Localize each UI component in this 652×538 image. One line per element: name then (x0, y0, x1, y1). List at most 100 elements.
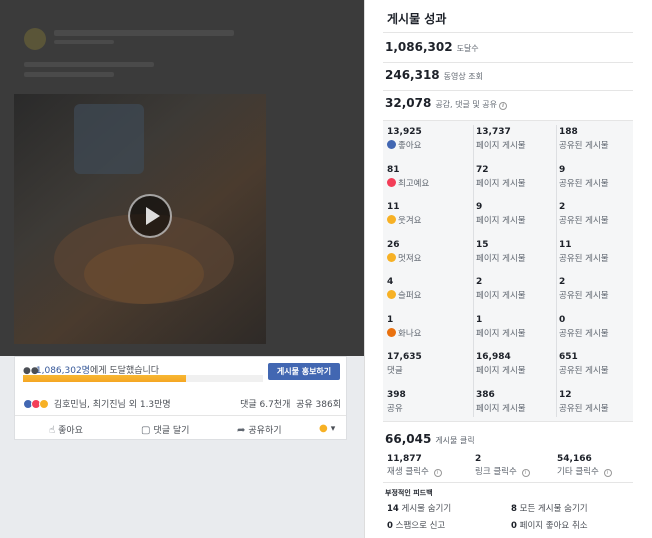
shared-post-value: 12 (559, 389, 572, 400)
click-value: 54,166 (557, 454, 592, 464)
clicks-metric: 66,045 게시물 클릭 (385, 432, 475, 446)
sad-icon (387, 290, 396, 299)
shared-post-cell: 651 공유된 게시물 (559, 352, 642, 376)
video-thumbnail[interactable] (14, 94, 266, 344)
shared-post-label: 공유된 게시물 (559, 403, 609, 414)
wow-icon (387, 252, 396, 262)
video-views-metric: 246,318 동영상 조회 (385, 68, 483, 82)
page-post-label: 페이지 게시물 (476, 328, 526, 339)
like-icon (387, 140, 396, 149)
page-post-cell: 386 페이지 게시물 (476, 390, 559, 414)
shared-post-cell: 2 공유된 게시물 (559, 277, 642, 301)
video-views-value: 246,318 (385, 68, 440, 82)
click-breakdown-item: 2 링크 클릭수 i (475, 454, 565, 477)
page-post-label: 페이지 게시물 (476, 403, 526, 414)
comment-label: 댓글 달기 (153, 426, 190, 436)
comment-button[interactable]: ▢ 댓글 달기 (141, 423, 189, 436)
engagement-breakdown: 13,925 좋아요 13,737 페이지 게시물 188 공유된 게시물 81 최고예요 72… (383, 120, 633, 422)
thumbs-up-icon: ☝ (49, 425, 56, 436)
dim-overlay (0, 0, 364, 356)
shared-post-label: 공유된 게시물 (559, 366, 609, 376)
like-button[interactable]: ☝ 좋아요 (49, 423, 83, 436)
click-label: 재생 클릭수 i (387, 465, 477, 477)
engagement-row-total: 81 최고예요 (387, 165, 470, 189)
total-value: 11 (387, 202, 400, 212)
shared-post-label: 공유된 게시물 (559, 291, 609, 301)
info-icon[interactable]: i (499, 102, 508, 110)
shared-post-value: 11 (559, 239, 572, 250)
page-post-cell: 1 페이지 게시물 (476, 315, 559, 339)
total-label: 좋아요 (387, 139, 470, 151)
info-icon[interactable]: i (603, 469, 612, 477)
total-label: 슬퍼요 (387, 289, 470, 301)
reactors-text[interactable]: 김호민님, 최기진님 외 1.3만명 (54, 400, 171, 410)
like-label: 좋아요 (58, 426, 83, 436)
shares-count[interactable]: 공유 386회 (296, 400, 341, 410)
shared-post-value: 9 (559, 164, 566, 175)
negative-feedback-item: 0 페이지 좋아요 취소 (511, 519, 588, 531)
total-label: 웃겨요 (387, 214, 470, 226)
page-post-value: 13,737 (476, 127, 511, 137)
page-post-label: 페이지 게시물 (476, 366, 526, 376)
page-post-label: 페이지 게시물 (476, 178, 526, 189)
reactions-summary: 김호민님, 최기진님 외 1.3만명 댓글 6.7천개 공유 386회 (23, 397, 341, 410)
chevron-down-icon: ▾ (330, 424, 336, 434)
total-value: 13,925 (387, 127, 422, 137)
reach-value: 1,086,302 (385, 40, 453, 54)
engagement-row-total: 11 웃겨요 (387, 202, 470, 226)
page-post-cell: 72 페이지 게시물 (476, 165, 559, 189)
post-header (24, 22, 334, 82)
page-post-label: 페이지 게시물 (476, 291, 526, 301)
shared-post-value: 2 (559, 202, 566, 212)
click-value: 11,877 (387, 454, 422, 464)
negative-feedback-item: 0 스팸으로 신고 (387, 519, 445, 531)
boost-post-button[interactable]: 게시물 홍보하기 (268, 363, 340, 380)
total-label: 댓글 (387, 366, 403, 376)
page-post-value: 16,984 (476, 352, 511, 362)
page-post-value: 72 (476, 164, 489, 175)
total-label: 멋져요 (387, 252, 470, 264)
shared-post-label: 공유된 게시물 (559, 253, 609, 264)
angry-icon (387, 327, 396, 337)
total-label: 화나요 (387, 327, 470, 339)
shared-post-cell: 188 공유된 게시물 (559, 127, 642, 151)
comments-count[interactable]: 댓글 6.7천개 (240, 400, 290, 410)
click-breakdown-item: 11,877 재생 클릭수 i (387, 454, 477, 477)
negative-label: 모든 게시물 숨기기 (516, 504, 588, 514)
audience-selector[interactable]: ● ▾ (319, 423, 335, 434)
comment-icon: ▢ (141, 425, 151, 436)
info-icon[interactable]: i (433, 469, 442, 477)
click-label: 링크 클릭수 i (475, 465, 565, 477)
page-post-label: 페이지 게시물 (476, 253, 526, 264)
page-post-cell: 15 페이지 게시물 (476, 240, 559, 264)
avatar (24, 28, 46, 50)
engagement-row-total: 398 공유 (387, 390, 470, 414)
share-button[interactable]: ➦ 공유하기 (237, 423, 282, 436)
shared-post-label: 공유된 게시물 (559, 141, 609, 151)
info-icon[interactable]: i (521, 469, 530, 477)
engagement-row-total: 1 화나요 (387, 315, 470, 339)
shared-post-cell: 0 공유된 게시물 (559, 315, 642, 339)
reach-label: 도달수 (456, 44, 479, 53)
reaction-icons[interactable] (23, 399, 49, 410)
action-bar: ☝ 좋아요 ▢ 댓글 달기 ➦ 공유하기 ● ▾ (15, 415, 346, 439)
engagement-row-total: 13,925 좋아요 (387, 127, 470, 151)
page-post-cell: 9 페이지 게시물 (476, 202, 559, 226)
total-value: 398 (387, 389, 406, 400)
page-post-value: 2 (476, 277, 483, 287)
page-post-cell: 13,737 페이지 게시물 (476, 127, 559, 151)
page-post-cell: 16,984 페이지 게시물 (476, 352, 559, 376)
clicks-label: 게시물 클릭 (435, 436, 475, 445)
negative-feedback-title: 부정적인 피드백 (385, 489, 433, 497)
negative-label: 게시물 숨기기 (398, 504, 452, 514)
negative-label: 페이지 좋아요 취소 (516, 521, 588, 531)
post-preview-panel: ●● 1,086,302명에게 도달했습니다 게시물 홍보하기 김호민님, 최기… (0, 0, 364, 538)
engagement-row-total: 17,635 댓글 (387, 352, 470, 376)
shared-post-cell: 9 공유된 게시물 (559, 165, 642, 189)
page-post-value: 386 (476, 389, 495, 400)
total-value: 1 (387, 314, 394, 325)
play-icon[interactable] (128, 194, 172, 238)
reach-metric: 1,086,302 도달수 (385, 40, 479, 54)
panel-title: 게시물 성과 (387, 12, 447, 26)
shared-post-value: 0 (559, 314, 566, 325)
